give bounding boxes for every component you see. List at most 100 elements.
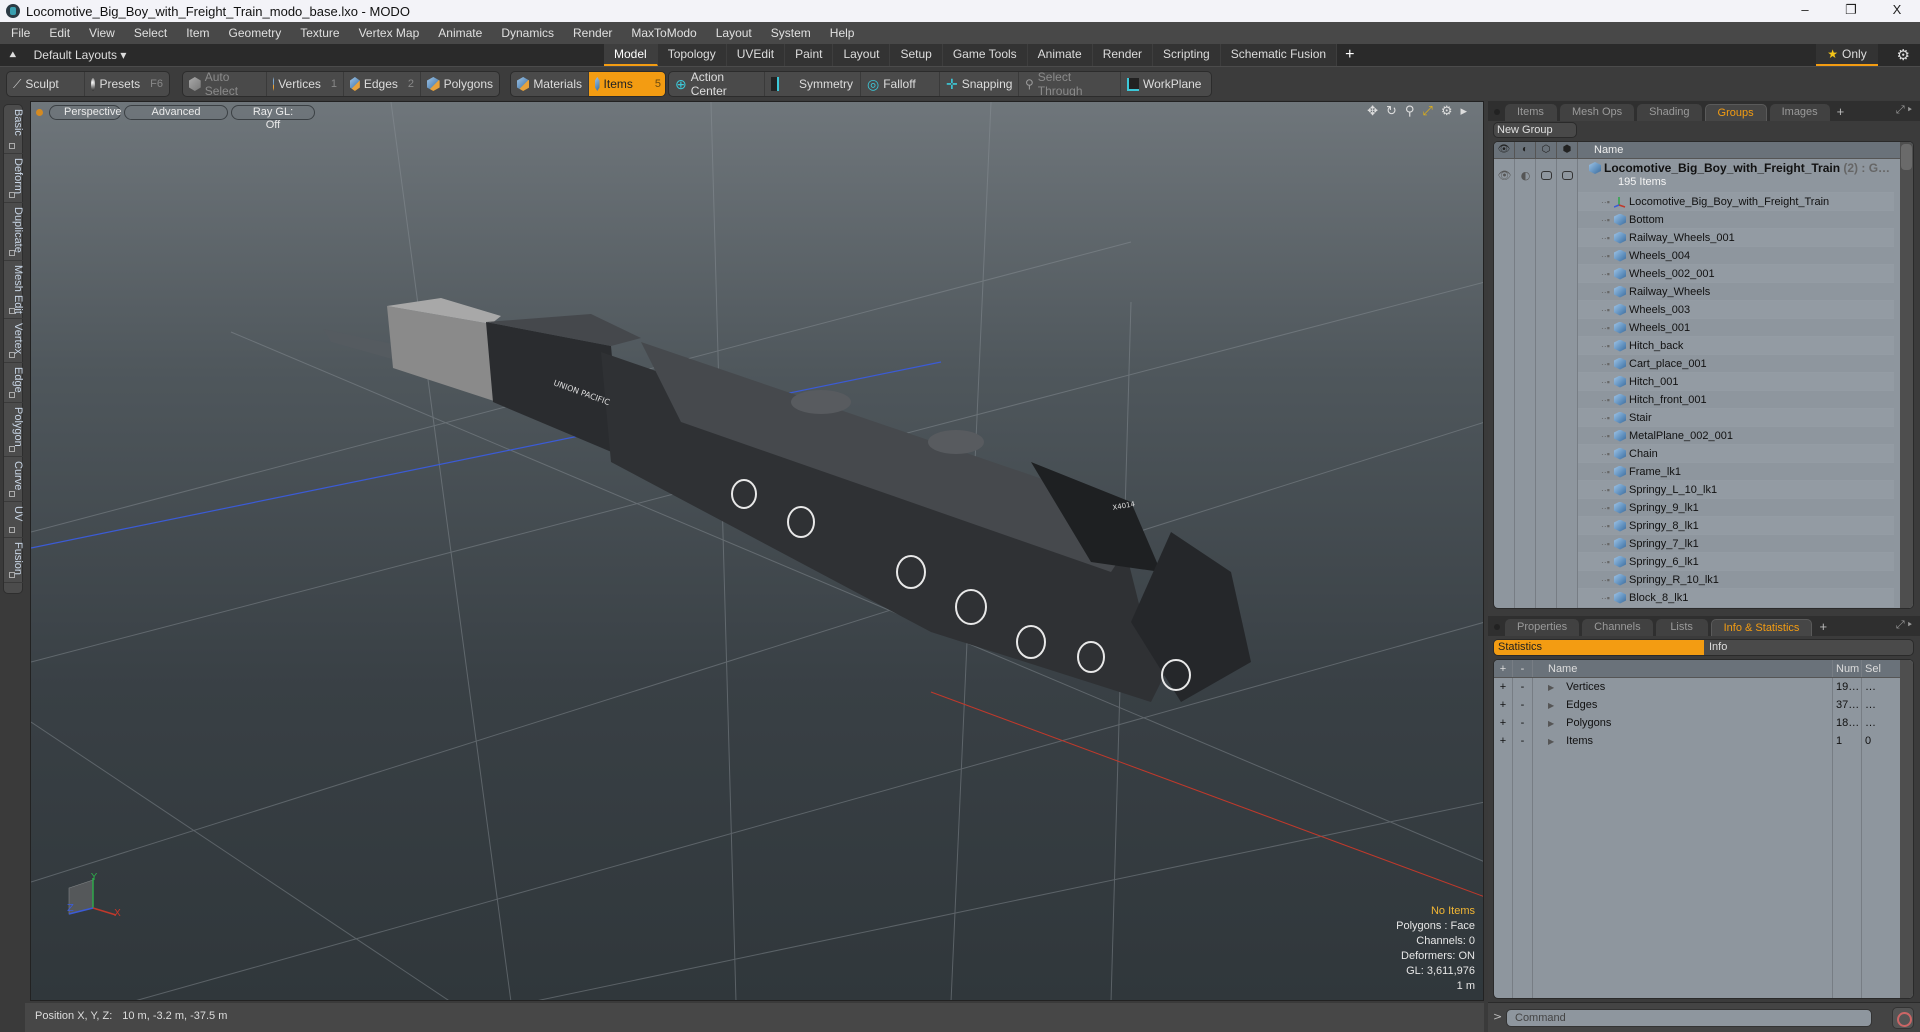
vtab-vertex[interactable]: Vertex [4, 319, 24, 363]
fit-icon[interactable]: ⤢ [1422, 104, 1432, 119]
expand-arrow-icon[interactable]: ▶ [1548, 719, 1554, 728]
stats-row[interactable]: + - ▶ Polygons 18…… [1494, 714, 1913, 732]
expand-plus-button[interactable]: + [1494, 732, 1513, 750]
tree-scroll-thumb[interactable] [1901, 144, 1912, 170]
stats-scrollbar[interactable] [1900, 660, 1913, 998]
tab-properties[interactable]: Properties [1505, 619, 1580, 636]
expand-panel-icon[interactable]: ⤢ ▸ [1896, 104, 1912, 117]
vtab-basic[interactable]: Basic [4, 105, 24, 154]
tree-item-row[interactable]: ··▪ Springy_R_10_lk1 [1578, 571, 1894, 589]
tree-item-row[interactable]: ··▪ Wheels_003 [1578, 301, 1894, 319]
expand-plus-button[interactable]: + [1494, 714, 1513, 732]
menu-file[interactable]: File [0, 26, 38, 40]
tree-item-row[interactable]: ··▪ Hitch_back [1578, 337, 1894, 355]
pan-icon[interactable]: ✥ [1367, 104, 1378, 119]
tab-schematic-fusion[interactable]: Schematic Fusion [1220, 44, 1338, 66]
tab-images[interactable]: Images [1769, 104, 1830, 121]
zoom-icon[interactable]: ⚲ [1405, 104, 1415, 119]
menu-edit[interactable]: Edit [38, 26, 78, 40]
tab-scripting[interactable]: Scripting [1153, 44, 1221, 66]
edges-button[interactable]: Edges 2 [344, 72, 421, 96]
tree-item-row[interactable]: ··▪ Block_8_lk1 [1578, 589, 1894, 607]
tab-uvedit[interactable]: UVEdit [726, 44, 786, 66]
tree-item-row[interactable]: ··▪ Frame_lk1 [1578, 463, 1894, 481]
tree-item-row[interactable]: ··▪ Bottom [1578, 211, 1894, 229]
vertices-button[interactable]: Vertices 1 [267, 72, 344, 96]
tree-item-row[interactable]: ··▪ Springy_6_lk1 [1578, 553, 1894, 571]
menu-render[interactable]: Render [562, 26, 620, 40]
workplane-button[interactable]: WorkPlane [1121, 72, 1211, 96]
vtab-uv[interactable]: UV [4, 502, 24, 538]
minimize-button[interactable]: – [1782, 0, 1828, 22]
tree-item-row[interactable]: ··▪ Springy_8_lk1 [1578, 517, 1894, 535]
expand-stats-icon[interactable]: ⤢ ▸ [1896, 619, 1912, 632]
menu-dynamics[interactable]: Dynamics [490, 26, 562, 40]
collapse-minus-button[interactable]: - [1513, 732, 1533, 750]
menu-texture[interactable]: Texture [289, 26, 347, 40]
rotate-icon[interactable]: ↻ [1386, 104, 1397, 119]
vtab-curve[interactable]: Curve [4, 457, 24, 502]
collapse-minus-button[interactable]: - [1513, 696, 1533, 714]
group-row[interactable]: Locomotive_Big_Boy_with_Freight_Train (2… [1578, 159, 1894, 193]
tab-render[interactable]: Render [1092, 44, 1154, 66]
vtab-polygon[interactable]: Polygon [4, 403, 24, 457]
tree-item-row[interactable]: ··▪ Locomotive_Big_Boy_with_Freight_Train [1578, 193, 1894, 211]
collapse-minus-button[interactable]: - [1513, 678, 1533, 696]
tree-item-row[interactable]: ··▪ Wheels_001 [1578, 319, 1894, 337]
falloff-button[interactable]: ◎ Falloff [861, 72, 940, 96]
tab-layout[interactable]: Layout [833, 44, 891, 66]
panel-options-dot[interactable] [1494, 109, 1500, 115]
viewport-settings-icon[interactable]: ⚙ [1441, 104, 1453, 119]
locomotive-model[interactable]: UNION PACIFIC X4014 [323, 298, 1251, 702]
vtab-duplicate[interactable]: Duplicate [4, 203, 24, 261]
default-layouts-dropdown[interactable]: Default Layouts ▾ [34, 48, 127, 62]
stats-row[interactable]: + - ▶ Vertices 19…… [1494, 678, 1913, 696]
vtab-fusion[interactable]: Fusion [4, 538, 24, 583]
viewport-expand-icon[interactable]: ▸ [1460, 104, 1467, 119]
tree-item-row[interactable]: ··▪ Cart_place_001 [1578, 355, 1894, 373]
tab-channels[interactable]: Channels [1582, 619, 1653, 636]
tab-mesh-ops[interactable]: Mesh Ops [1560, 104, 1635, 121]
vtab-deform[interactable]: Deform [4, 154, 24, 203]
expand-plus-button[interactable]: + [1494, 696, 1513, 714]
items-button[interactable]: Items 5 [589, 72, 665, 96]
select-column-icon[interactable]: ⬢ [1557, 142, 1578, 158]
tab-groups[interactable]: Groups [1704, 104, 1767, 121]
group-select-toggle[interactable] [1557, 159, 1578, 193]
tree-item-row[interactable]: ··▪ Stair [1578, 409, 1894, 427]
stats-row[interactable]: + - ▶ Items 1 0 [1494, 732, 1913, 750]
tab-items[interactable]: Items [1505, 104, 1557, 121]
tab-game-tools[interactable]: Game Tools [942, 44, 1028, 66]
tree-scrollbar[interactable] [1900, 142, 1913, 608]
vtab-mesh-edit[interactable]: Mesh Edit [4, 261, 24, 319]
menu-system[interactable]: System [760, 26, 819, 40]
expand-arrow-icon[interactable]: ▶ [1548, 683, 1554, 692]
tree-item-row[interactable]: ··▪ Railway_Wheels [1578, 283, 1894, 301]
record-macro-button[interactable] [1892, 1007, 1914, 1029]
menu-select[interactable]: Select [123, 26, 175, 40]
tab-model[interactable]: Model [604, 44, 658, 66]
auto-select-button[interactable]: Auto Select [183, 72, 267, 96]
menu-help[interactable]: Help [819, 26, 863, 40]
tree-item-row[interactable]: ··▪ Springy_9_lk1 [1578, 499, 1894, 517]
raygl-toggle[interactable]: Ray GL: Off [231, 104, 315, 131]
tree-item-row[interactable]: ··▪ Wheels_002_001 [1578, 265, 1894, 283]
add-panel-tab-button[interactable]: + [1833, 104, 1849, 121]
tree-item-row[interactable]: ··▪ Hitch_001 [1578, 373, 1894, 391]
select-through-button[interactable]: ⚲ Select Through [1019, 72, 1121, 96]
sculpt-button[interactable]: ⟋ Sculpt [7, 72, 85, 96]
only-toggle[interactable]: ★ Only [1816, 44, 1878, 66]
collapse-minus-button[interactable]: - [1513, 714, 1533, 732]
add-stats-tab-button[interactable]: + [1815, 619, 1831, 636]
group-render-icon[interactable]: ◐ [1515, 159, 1536, 193]
tab-setup[interactable]: Setup [890, 44, 943, 66]
vtab-edge[interactable]: Edge [4, 363, 24, 403]
action-center-button[interactable]: ⊕ Action Center [669, 72, 765, 96]
polygons-button[interactable]: Polygons [421, 72, 499, 96]
group-visibility-icon[interactable]: 👁 [1494, 159, 1515, 193]
group-lock-toggle[interactable] [1536, 159, 1557, 193]
3d-viewport[interactable]: UNION PACIFIC X4014 Y X Z Perspective Ad… [30, 101, 1484, 1001]
tab-paint[interactable]: Paint [785, 44, 834, 66]
view-mode-dropdown[interactable]: Perspective [49, 104, 121, 120]
menu-vertex-map[interactable]: Vertex Map [348, 26, 428, 40]
